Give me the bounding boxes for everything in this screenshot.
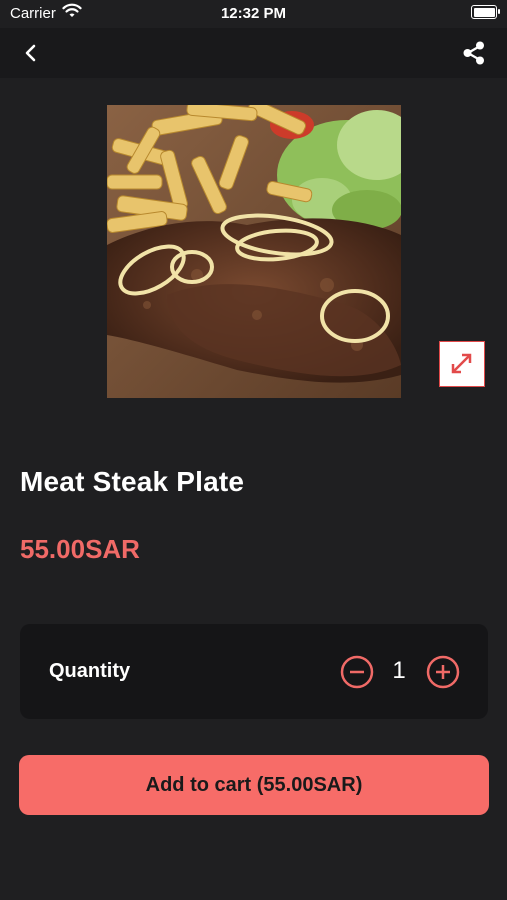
quantity-label: Quantity xyxy=(49,660,131,682)
product-image xyxy=(107,105,401,398)
chevron-left-icon xyxy=(25,44,36,62)
quantity-card: Quantity 1 xyxy=(20,624,488,719)
minus-circle-icon xyxy=(340,655,374,689)
battery-icon xyxy=(471,5,500,19)
quantity-value: 1 xyxy=(392,657,406,684)
status-bar: Carrier 12:32 PM xyxy=(0,0,507,28)
expand-icon xyxy=(451,353,472,374)
product-price: 55.00SAR xyxy=(20,534,140,564)
expand-image-button[interactable] xyxy=(439,341,485,387)
back-button[interactable] xyxy=(14,38,46,68)
product-name: Meat Steak Plate xyxy=(20,466,245,497)
add-to-cart-button[interactable]: Add to cart (55.00SAR) xyxy=(19,755,489,815)
clock: 12:32 PM xyxy=(220,5,287,22)
share-button[interactable] xyxy=(459,38,489,68)
increment-button[interactable] xyxy=(426,655,460,689)
nav-bar xyxy=(0,28,507,78)
share-icon xyxy=(463,41,484,65)
plus-circle-icon xyxy=(426,655,460,689)
decrement-button[interactable] xyxy=(340,655,374,689)
